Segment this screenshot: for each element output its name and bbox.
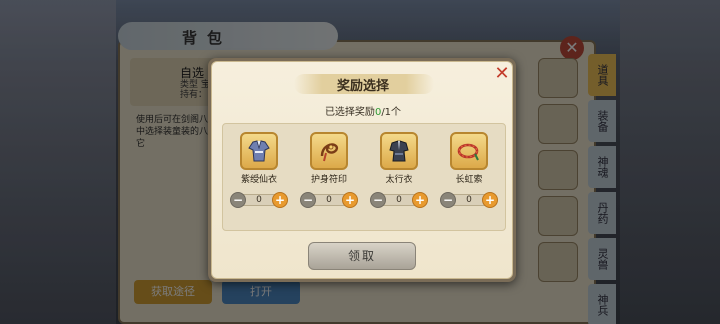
claim-button[interactable]: 领取 [308, 242, 416, 270]
plus-button[interactable]: + [482, 192, 498, 208]
minus-button[interactable]: − [370, 192, 386, 208]
dialog-title: 奖励选择 [336, 79, 389, 94]
minus-button[interactable]: − [300, 192, 316, 208]
reward-name: 紫绶仙衣 [240, 175, 277, 185]
quantity-stepper: 0 − + [370, 192, 428, 208]
reward-select-dialog: 奖励选择 ✕ 已选择奖励0/1个 紫绶仙衣 0 − + 护身符印 0 − + 太… [208, 58, 516, 282]
quantity-stepper: 0 − + [440, 192, 498, 208]
reward-item: 长虹索 0 − + [439, 132, 499, 208]
plus-button[interactable]: + [272, 192, 288, 208]
dialog-body: 奖励选择 ✕ 已选择奖励0/1个 紫绶仙衣 0 − + 护身符印 0 − + 太… [211, 61, 513, 279]
selection-status: 已选择奖励0/1个 [212, 103, 514, 118]
reward-name: 护身符印 [310, 175, 347, 185]
selection-status-prefix: 已选择奖励 [324, 107, 375, 118]
selection-status-suffix: /1个 [381, 107, 402, 118]
minus-button[interactable]: − [230, 192, 246, 208]
robe-icon[interactable] [240, 132, 278, 170]
close-icon[interactable]: ✕ [492, 64, 512, 84]
quantity-stepper: 0 − + [300, 192, 358, 208]
quantity-stepper: 0 − + [230, 192, 288, 208]
amulet-icon[interactable] [310, 132, 348, 170]
reward-name: 长虹索 [455, 175, 483, 185]
rope-icon[interactable] [450, 132, 488, 170]
reward-name: 太行衣 [385, 175, 413, 185]
reward-item: 太行衣 0 − + [369, 132, 429, 208]
reward-item: 护身符印 0 − + [299, 132, 359, 208]
plus-button[interactable]: + [412, 192, 428, 208]
minus-button[interactable]: − [440, 192, 456, 208]
armor-icon[interactable] [380, 132, 418, 170]
plus-button[interactable]: + [342, 192, 358, 208]
rewards-panel: 紫绶仙衣 0 − + 护身符印 0 − + 太行衣 0 − + 长虹索 0 − … [222, 123, 506, 231]
reward-item: 紫绶仙衣 0 − + [229, 132, 289, 208]
